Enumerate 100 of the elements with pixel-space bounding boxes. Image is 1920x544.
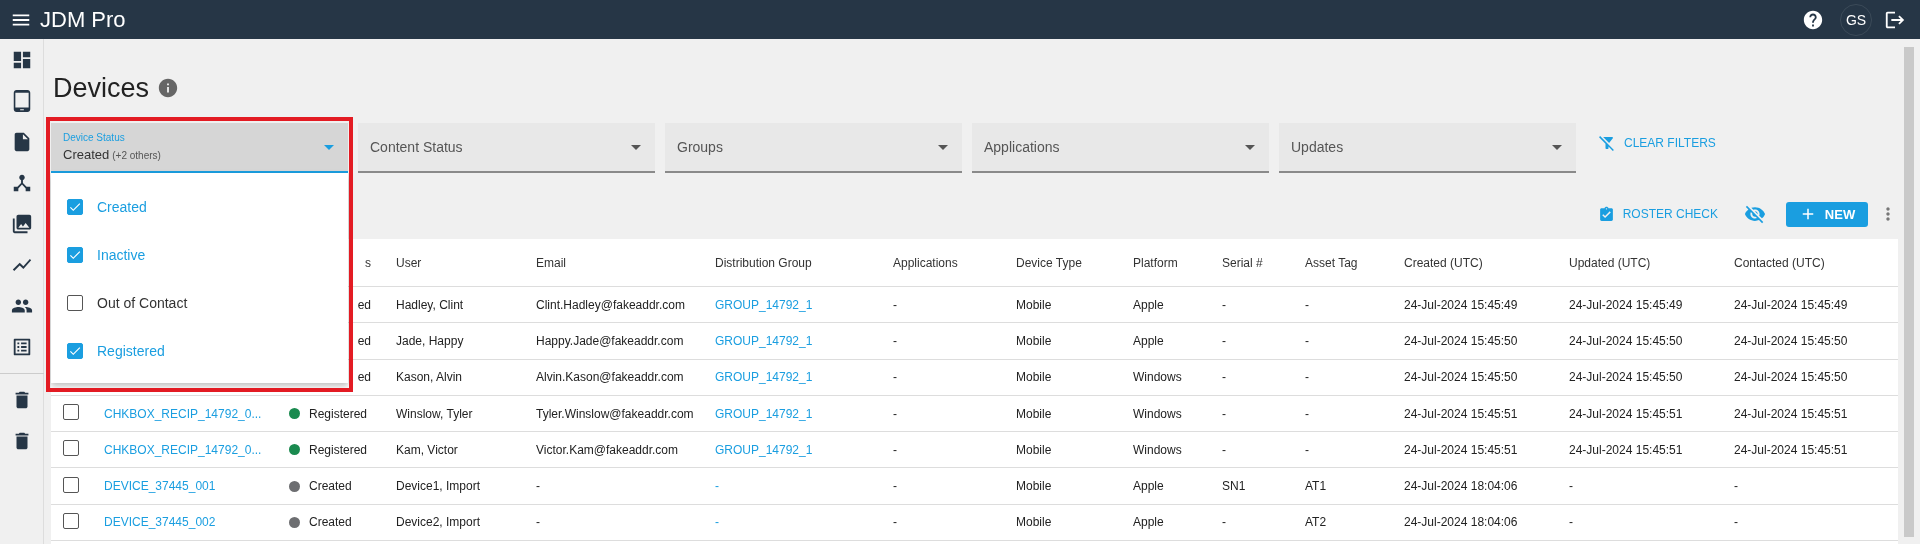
app-title: JDM Pro xyxy=(40,6,127,33)
table-cell: - xyxy=(1734,479,1738,494)
table-cell: - xyxy=(893,370,897,385)
column-header[interactable]: Platform xyxy=(1133,255,1178,270)
table-cell: Hadley, Clint xyxy=(396,297,464,312)
table-cell: 24-Jul-2024 15:45:50 xyxy=(1734,370,1848,385)
table-cell: Mobile xyxy=(1016,297,1052,312)
filter-dropdown[interactable]: Groups xyxy=(665,123,962,173)
checkbox[interactable] xyxy=(63,476,79,493)
table-cell: - xyxy=(1222,406,1226,421)
column-header[interactable]: Device Type xyxy=(1016,255,1082,270)
column-header[interactable]: Asset Tag xyxy=(1305,255,1358,270)
column-header[interactable]: Updated (UTC) xyxy=(1569,255,1651,270)
table-cell: AT1 xyxy=(1305,479,1327,494)
table-cell: Mobile xyxy=(1016,479,1052,494)
table-cell: - xyxy=(1222,515,1226,530)
checkbox[interactable] xyxy=(67,247,83,263)
table-cell: - xyxy=(1305,370,1309,385)
table-cell: Windows xyxy=(1133,406,1182,421)
table-cell: Winslow, Tyler xyxy=(396,406,473,421)
scrollbar[interactable] xyxy=(1904,47,1914,537)
table-cell: 24-Jul-2024 15:45:49 xyxy=(1734,297,1848,312)
checkbox[interactable] xyxy=(63,440,79,457)
table-cell: - xyxy=(1305,442,1309,457)
column-header[interactable]: Distribution Group xyxy=(715,255,812,270)
table-cell: - xyxy=(1734,515,1738,530)
filter-dropdown[interactable]: Content Status xyxy=(358,123,655,173)
table-cell: Apple xyxy=(1133,333,1164,348)
table-cell: - xyxy=(1569,515,1573,530)
table-cell: 24-Jul-2024 15:45:49 xyxy=(1569,297,1683,312)
table-cell: Created xyxy=(309,479,352,494)
table-cell: - xyxy=(893,406,897,421)
table-cell: - xyxy=(1305,297,1309,312)
checkbox[interactable] xyxy=(67,343,83,359)
table-cell: - xyxy=(1222,297,1226,312)
table-cell: - xyxy=(893,297,897,312)
caret-icon xyxy=(1245,144,1255,150)
table-cell: Mobile xyxy=(1016,333,1052,348)
table-cell: Kam, Victor xyxy=(396,442,458,457)
menu-option[interactable]: Out of Contact xyxy=(51,279,348,327)
table-cell: 24-Jul-2024 15:45:51 xyxy=(1734,406,1848,421)
table-cell: 24-Jul-2024 15:45:50 xyxy=(1569,370,1683,385)
table-cell: Registered xyxy=(309,442,368,457)
column-header[interactable]: Applications xyxy=(893,255,958,270)
checkbox[interactable] xyxy=(63,512,79,529)
table-cell: 24-Jul-2024 15:45:51 xyxy=(1569,406,1683,421)
table-cell: 24-Jul-2024 15:45:51 xyxy=(1404,406,1518,421)
table-cell: - xyxy=(893,479,897,494)
table-cell: AT2 xyxy=(1305,515,1327,530)
table-cell: Windows xyxy=(1133,442,1182,457)
table-cell: 24-Jul-2024 15:45:51 xyxy=(1734,442,1848,457)
table-cell: - xyxy=(1222,370,1226,385)
table-cell: - xyxy=(536,515,540,530)
column-header[interactable]: Email xyxy=(536,255,566,270)
help-icon[interactable] xyxy=(1802,8,1824,31)
table-cell: Device1, Import xyxy=(396,479,481,494)
filter-dropdown[interactable]: Updates xyxy=(1279,123,1576,173)
table-cell: ed xyxy=(357,297,371,312)
table-cell: - xyxy=(1569,479,1573,494)
table-cell: Mobile xyxy=(1016,515,1052,530)
filter-dropdown[interactable]: Applications xyxy=(972,123,1269,173)
table-cell: Apple xyxy=(1133,297,1164,312)
eye-off-icon[interactable] xyxy=(1744,203,1766,225)
checkbox[interactable] xyxy=(63,404,79,421)
table-cell: Registered xyxy=(309,406,368,421)
table-cell: Jade, Happy xyxy=(396,333,464,348)
table-cell: Windows xyxy=(1133,370,1182,385)
table-cell: 24-Jul-2024 18:04:06 xyxy=(1404,515,1518,530)
table-cell: - xyxy=(893,442,897,457)
table-cell: Apple xyxy=(1133,515,1164,530)
column-header[interactable]: User xyxy=(396,255,422,270)
column-header[interactable]: Contacted (UTC) xyxy=(1734,255,1825,270)
table-cell: 24-Jul-2024 15:45:50 xyxy=(1569,333,1683,348)
photo-library-icon[interactable] xyxy=(10,213,33,235)
column-header[interactable]: Serial # xyxy=(1222,255,1263,270)
table-cell: 24-Jul-2024 15:45:51 xyxy=(1569,442,1683,457)
table-cell: - xyxy=(1305,406,1309,421)
caret-icon xyxy=(938,144,948,150)
table-cell: 24-Jul-2024 15:45:49 xyxy=(1404,297,1518,312)
checkbox[interactable] xyxy=(67,199,83,215)
table-cell: 24-Jul-2024 15:45:51 xyxy=(1404,442,1518,457)
table-cell: - xyxy=(536,479,540,494)
table-cell: - xyxy=(1222,442,1226,457)
table-cell: Tyler.Winslow@fakeaddr.com xyxy=(536,406,694,421)
page-title: Devices xyxy=(53,72,150,104)
table-cell: Victor.Kam@fakeaddr.com xyxy=(536,442,679,457)
caret-icon xyxy=(1552,144,1562,150)
table-cell: 24-Jul-2024 15:45:50 xyxy=(1734,333,1848,348)
table-cell: Mobile xyxy=(1016,370,1052,385)
table-cell: Created xyxy=(309,515,352,530)
table-cell: Device2, Import xyxy=(396,515,481,530)
column-header[interactable]: Created (UTC) xyxy=(1404,255,1483,270)
checkbox[interactable] xyxy=(67,295,83,311)
info-icon[interactable] xyxy=(157,77,180,99)
filter-dropdown[interactable]: Device Status Created (+2 others) xyxy=(51,123,348,173)
caret-icon xyxy=(324,144,334,150)
table-cell: 24-Jul-2024 15:45:50 xyxy=(1404,370,1518,385)
table-cell: ed xyxy=(357,370,371,385)
column-header[interactable]: s xyxy=(365,255,371,270)
table-cell: 24-Jul-2024 15:45:50 xyxy=(1404,333,1518,348)
